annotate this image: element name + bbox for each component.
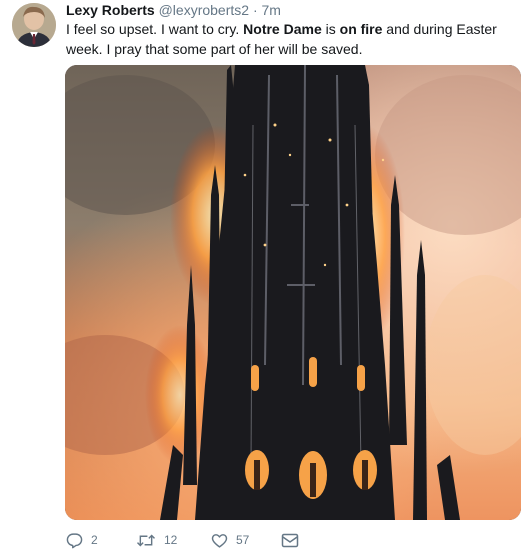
avatar[interactable] xyxy=(12,3,56,47)
tweet-actions: 2 12 57 xyxy=(66,530,366,550)
separator-dot: · xyxy=(252,2,258,18)
reply-button[interactable]: 2 xyxy=(66,530,98,550)
tweet-media-photo[interactable] xyxy=(65,65,521,520)
tweet-text-part: is xyxy=(321,21,340,37)
timestamp[interactable]: 7m xyxy=(262,2,281,18)
tweet-text-bold-on-fire: on fire xyxy=(339,21,383,37)
like-count: 57 xyxy=(236,533,250,547)
reply-count: 2 xyxy=(91,533,98,547)
retweet-button[interactable]: 12 xyxy=(136,530,177,550)
tweet-text-part: I feel so upset. I want to cry. xyxy=(66,21,244,37)
user-handle[interactable]: @lexyroberts2 xyxy=(159,2,249,18)
retweet-icon xyxy=(136,532,156,549)
display-name[interactable]: Lexy Roberts xyxy=(66,2,155,18)
envelope-icon xyxy=(281,532,299,549)
retweet-count: 12 xyxy=(164,533,178,547)
reply-icon xyxy=(66,532,83,549)
tweet-header: Lexy Roberts @lexyroberts2 · 7m xyxy=(66,1,281,19)
notre-dame-fire-image xyxy=(65,65,521,520)
heart-icon xyxy=(211,532,228,549)
like-button[interactable]: 57 xyxy=(211,530,249,550)
tweet-text: I feel so upset. I want to cry. Notre Da… xyxy=(66,19,521,59)
tweet-text-bold-notre-dame: Notre Dame xyxy=(243,21,322,37)
direct-message-button[interactable] xyxy=(281,530,299,550)
tweet: Lexy Roberts @lexyroberts2 · 7m I feel s… xyxy=(0,0,527,555)
